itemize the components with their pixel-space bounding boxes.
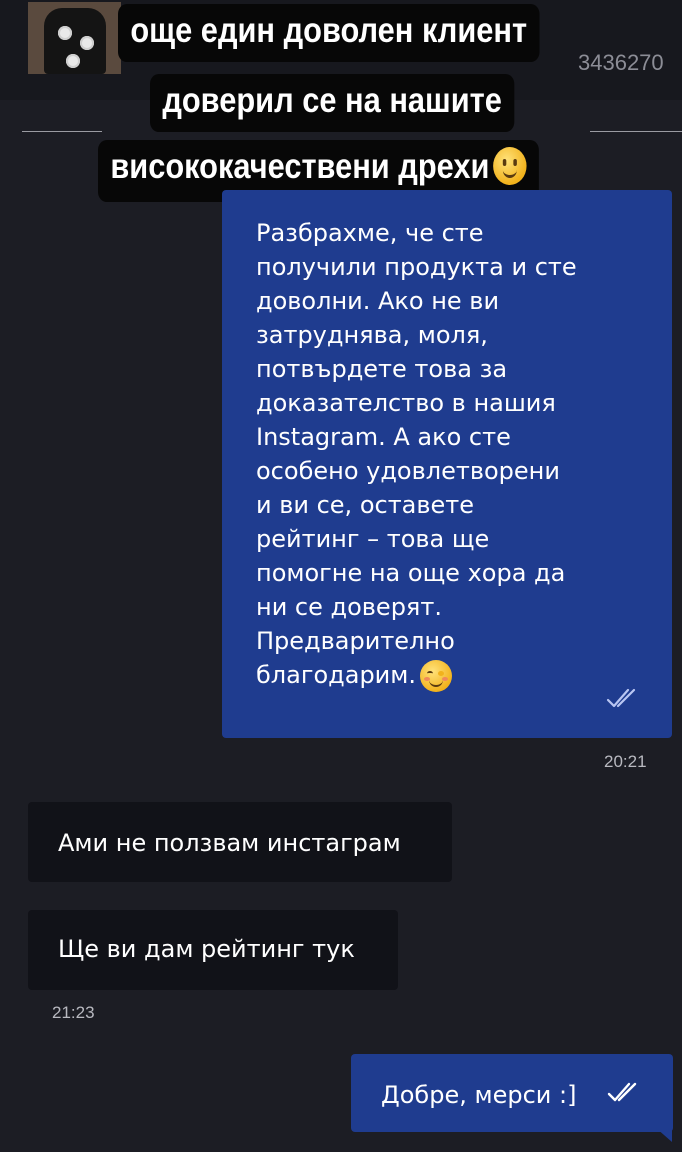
outgoing-message-bubble[interactable]: Разбрахме, че сте получили продукта и ст… xyxy=(222,190,672,738)
message-line: Instagram. А ако сте xyxy=(256,423,511,451)
message-line: благодарим. xyxy=(256,658,577,692)
incoming-message-bubble[interactable]: Ами не ползвам инстаграм xyxy=(28,802,452,882)
message-line: особено удовлетворени xyxy=(256,457,560,485)
message-text: Ами не ползвам инстаграм xyxy=(58,829,401,857)
divider-right xyxy=(590,131,682,132)
read-receipt-icon xyxy=(607,1082,637,1102)
message-line: доволни. Ако не ви xyxy=(256,287,500,315)
divider-left xyxy=(22,131,102,132)
message-line: затруднява, моля, xyxy=(256,321,488,349)
incoming-message-bubble[interactable]: Ще ви дам рейтинг тук xyxy=(28,910,398,990)
message-line: Разбрахме, че сте xyxy=(256,219,484,247)
blush xyxy=(442,677,449,681)
flower-print xyxy=(58,26,72,40)
message-text: Ще ви дам рейтинг тук xyxy=(58,935,355,963)
message-timestamp: 21:23 xyxy=(52,1003,95,1022)
message-text: Разбрахме, че сте получили продукта и ст… xyxy=(256,216,577,692)
order-number: 3436270 xyxy=(578,50,664,75)
message-line: рейтинг – това ще xyxy=(256,525,490,553)
message-line: потвърдете това за xyxy=(256,355,508,383)
message-line: и ви се, оставете xyxy=(256,491,475,519)
message-line-text: благодарим. xyxy=(256,661,417,689)
blush xyxy=(424,677,431,681)
bubble-tail xyxy=(656,1128,672,1142)
message-line: помогне на още хора да xyxy=(256,559,566,587)
message-text: Добре, мерси :] xyxy=(381,1081,577,1109)
overlay-caption-line-2: доверил се на нашите xyxy=(150,74,515,132)
overlay-caption-line-1: още един доволен клиент xyxy=(118,4,540,62)
message-line: доказателство в нашия xyxy=(256,389,556,417)
product-thumbnail-icon[interactable] xyxy=(28,2,121,74)
flower-print xyxy=(80,36,94,50)
message-line: получили продукта и сте xyxy=(256,253,577,281)
outgoing-message-bubble[interactable]: Добре, мерси :] xyxy=(351,1054,673,1132)
flower-print xyxy=(66,54,80,68)
slightly-smiling-face-icon xyxy=(492,146,527,185)
message-line: ни се доверят. xyxy=(256,593,442,621)
overlay-caption-text: висококачествени дрехи xyxy=(110,147,490,186)
message-line: Предварително xyxy=(256,627,455,655)
message-timestamp: 20:21 xyxy=(604,752,647,771)
smiling-face-icon xyxy=(420,660,453,692)
read-receipt-icon xyxy=(606,688,636,708)
